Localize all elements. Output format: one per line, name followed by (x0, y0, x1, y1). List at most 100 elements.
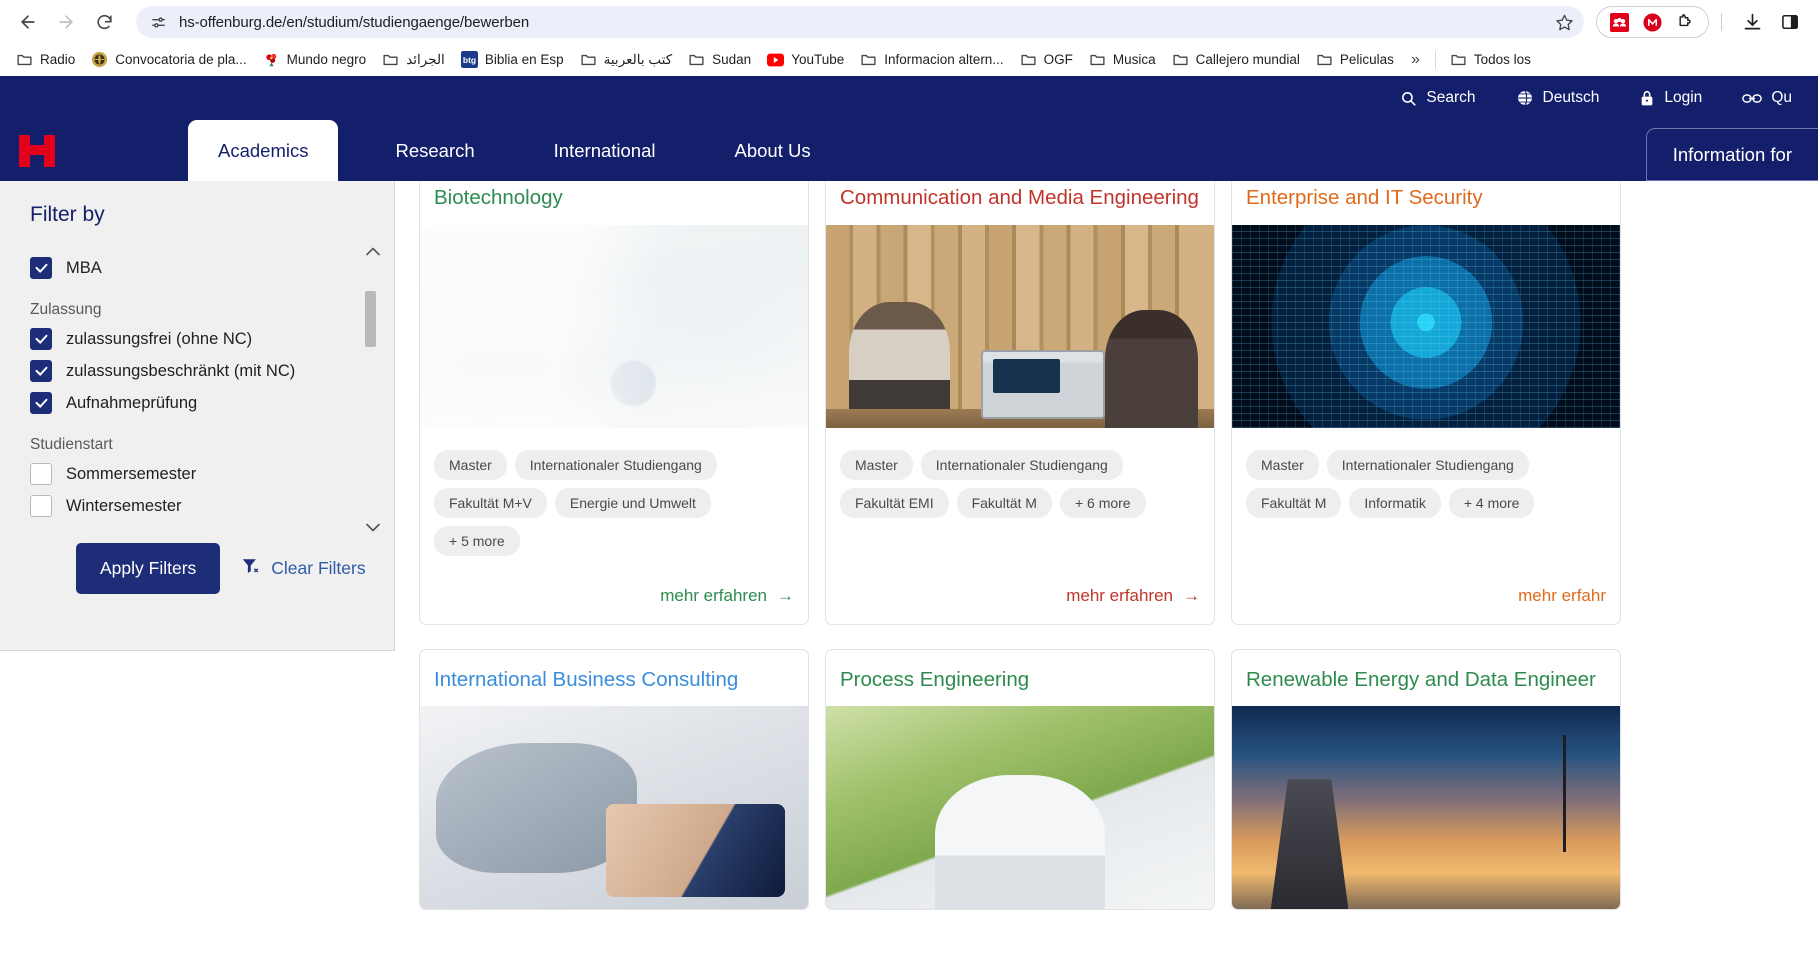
bookmark-item[interactable]: Musica (1081, 47, 1164, 72)
course-card-title[interactable]: Enterprise and IT Security (1232, 181, 1620, 225)
bookmark-item[interactable]: الجرائد (374, 47, 453, 72)
bookmark-label: Mundo negro (287, 52, 367, 67)
youtube-icon (767, 51, 784, 68)
course-card[interactable]: Enterprise and IT Security Master Intern… (1231, 181, 1621, 625)
utility-quicklinks-button[interactable]: Qu (1722, 83, 1812, 113)
folder-icon (1089, 51, 1106, 68)
course-cards-area: Biotechnology Master Internationaler Stu… (395, 181, 1818, 952)
course-card[interactable]: International Business Consulting (419, 649, 809, 911)
course-card[interactable]: Renewable Energy and Data Engineer (1231, 649, 1621, 911)
checkbox-wintersemester[interactable] (30, 495, 52, 517)
course-card-title[interactable]: Biotechnology (420, 181, 808, 225)
nav-item-about-us[interactable]: About Us (713, 126, 833, 176)
downloads-icon[interactable] (1734, 4, 1770, 40)
course-card-tags: Master Internationaler Studiengang Fakul… (826, 428, 1214, 518)
checkbox-zulassungsbeschraenkt[interactable] (30, 360, 52, 382)
utility-login-button[interactable]: Login (1619, 83, 1722, 113)
bookmarks-overflow-button[interactable]: » (1402, 47, 1429, 73)
address-bar[interactable]: hs-offenburg.de/en/studium/studiengaenge… (136, 6, 1584, 38)
course-tag-more[interactable]: + 5 more (434, 526, 520, 556)
course-card-title[interactable]: Communication and Media Engineering (826, 181, 1214, 225)
mega-extension-icon[interactable] (1643, 13, 1662, 32)
bookmark-item[interactable]: Todos los (1442, 47, 1539, 72)
sidebar-scrollbar-thumb[interactable] (365, 291, 376, 347)
course-tag: Energie und Umwelt (555, 488, 711, 518)
course-card-more-link[interactable]: mehr erfahren → (420, 556, 808, 624)
extensions-puzzle-icon[interactable] (1676, 13, 1695, 32)
filter-option-zulassungsbeschraenkt[interactable]: zulassungsbeschränkt (mit NC) (30, 360, 370, 382)
back-button[interactable] (10, 4, 46, 40)
filter-option-mba[interactable]: MBA (30, 257, 370, 279)
apply-filters-button[interactable]: Apply Filters (76, 543, 220, 594)
folder-icon (16, 51, 33, 68)
bookmark-label: Todos los (1474, 52, 1531, 67)
reload-button[interactable] (86, 4, 122, 40)
bookmark-label: Biblia en Esp (485, 52, 564, 67)
hs-offenburg-logo-icon[interactable] (14, 128, 60, 174)
utility-search-button[interactable]: Search (1380, 83, 1495, 113)
svg-text:btg: btg (463, 55, 476, 65)
bookmark-item[interactable]: Radio (8, 47, 83, 72)
checkbox-mba[interactable] (30, 257, 52, 279)
bookmark-label: Callejero mundial (1196, 52, 1300, 67)
filter-group-label-studienstart: Studienstart (30, 436, 370, 454)
filter-option-sommersemester[interactable]: Sommersemester (30, 463, 370, 485)
mendeley-extension-icon[interactable] (1610, 13, 1629, 32)
browser-toolbar: hs-offenburg.de/en/studium/studiengaenge… (0, 0, 1818, 44)
nav-item-research[interactable]: Research (373, 126, 496, 176)
course-tag-more[interactable]: + 4 more (1449, 488, 1535, 518)
main-navigation: Academics Research International About U… (0, 120, 1818, 181)
course-card[interactable]: Process Engineering (825, 649, 1215, 911)
bookmarks-bar: Radio Convocatoria de pla... Mundo negro… (0, 44, 1818, 76)
folder-icon (580, 51, 597, 68)
filter-option-wintersemester[interactable]: Wintersemester (30, 495, 370, 517)
filter-option-aufnahmepruefung[interactable]: Aufnahmeprüfung (30, 392, 370, 414)
checkbox-sommersemester[interactable] (30, 463, 52, 485)
course-tag-more[interactable]: + 6 more (1060, 488, 1146, 518)
lock-icon (1639, 89, 1655, 107)
forward-button[interactable] (48, 4, 84, 40)
bookmark-item[interactable]: Callejero mundial (1164, 47, 1308, 72)
utility-language-button[interactable]: Deutsch (1496, 83, 1620, 113)
course-card-more-link[interactable]: mehr erfahren → (826, 556, 1214, 624)
side-panel-icon[interactable] (1772, 4, 1808, 40)
bookmark-label: Sudan (712, 52, 751, 67)
bookmark-item[interactable]: OGF (1012, 47, 1081, 72)
bookmark-item[interactable]: كتب بالعربية (572, 47, 681, 72)
course-card[interactable]: Biotechnology Master Internationaler Stu… (419, 181, 809, 625)
course-tag: Internationaler Studiengang (515, 450, 717, 480)
bookmark-item[interactable]: Sudan (680, 47, 759, 72)
bookmark-label: Musica (1113, 52, 1156, 67)
course-card-title[interactable]: Process Engineering (826, 650, 1214, 707)
filter-group-label-zulassung: Zulassung (30, 301, 370, 319)
bookmark-item[interactable]: Mundo negro (255, 47, 375, 72)
bookmark-item[interactable]: Peliculas (1308, 47, 1402, 72)
nav-item-international[interactable]: International (532, 126, 678, 176)
checkbox-zulassungsfrei[interactable] (30, 328, 52, 350)
course-card-tags: Master Internationaler Studiengang Fakul… (1232, 428, 1620, 518)
course-card[interactable]: Communication and Media Engineering Mast… (825, 181, 1215, 625)
arrow-right-icon: → (777, 586, 794, 606)
site-settings-icon[interactable] (150, 14, 167, 31)
bookmark-item[interactable]: Informacion altern... (852, 47, 1011, 72)
course-card-title[interactable]: International Business Consulting (420, 650, 808, 707)
information-for-dropdown[interactable]: Information for (1646, 128, 1818, 181)
clear-filters-button[interactable]: Clear Filters (242, 557, 365, 580)
bookmark-item[interactable]: YouTube (759, 47, 852, 72)
scroll-up-arrow-icon[interactable] (366, 243, 380, 261)
course-card-title[interactable]: Renewable Energy and Data Engineer (1232, 650, 1620, 707)
filter-option-zulassungsfrei[interactable]: zulassungsfrei (ohne NC) (30, 328, 370, 350)
bookmark-star-icon[interactable] (1555, 13, 1574, 32)
nav-item-academics[interactable]: Academics (188, 120, 338, 181)
scroll-down-arrow-icon[interactable] (366, 519, 380, 537)
checkbox-aufnahmepruefung[interactable] (30, 392, 52, 414)
course-cards-grid: Biotechnology Master Internationaler Stu… (419, 181, 1818, 910)
folder-icon (860, 51, 877, 68)
bookmark-item[interactable]: Convocatoria de pla... (83, 47, 254, 72)
folder-icon (688, 51, 705, 68)
extensions-pill (1596, 6, 1709, 38)
browser-chrome: hs-offenburg.de/en/studium/studiengaenge… (0, 0, 1818, 76)
bookmark-item[interactable]: btg Biblia en Esp (453, 47, 572, 72)
course-card-more-link[interactable]: mehr erfahr (1232, 556, 1620, 624)
more-link-label: mehr erfahren (1066, 586, 1173, 606)
